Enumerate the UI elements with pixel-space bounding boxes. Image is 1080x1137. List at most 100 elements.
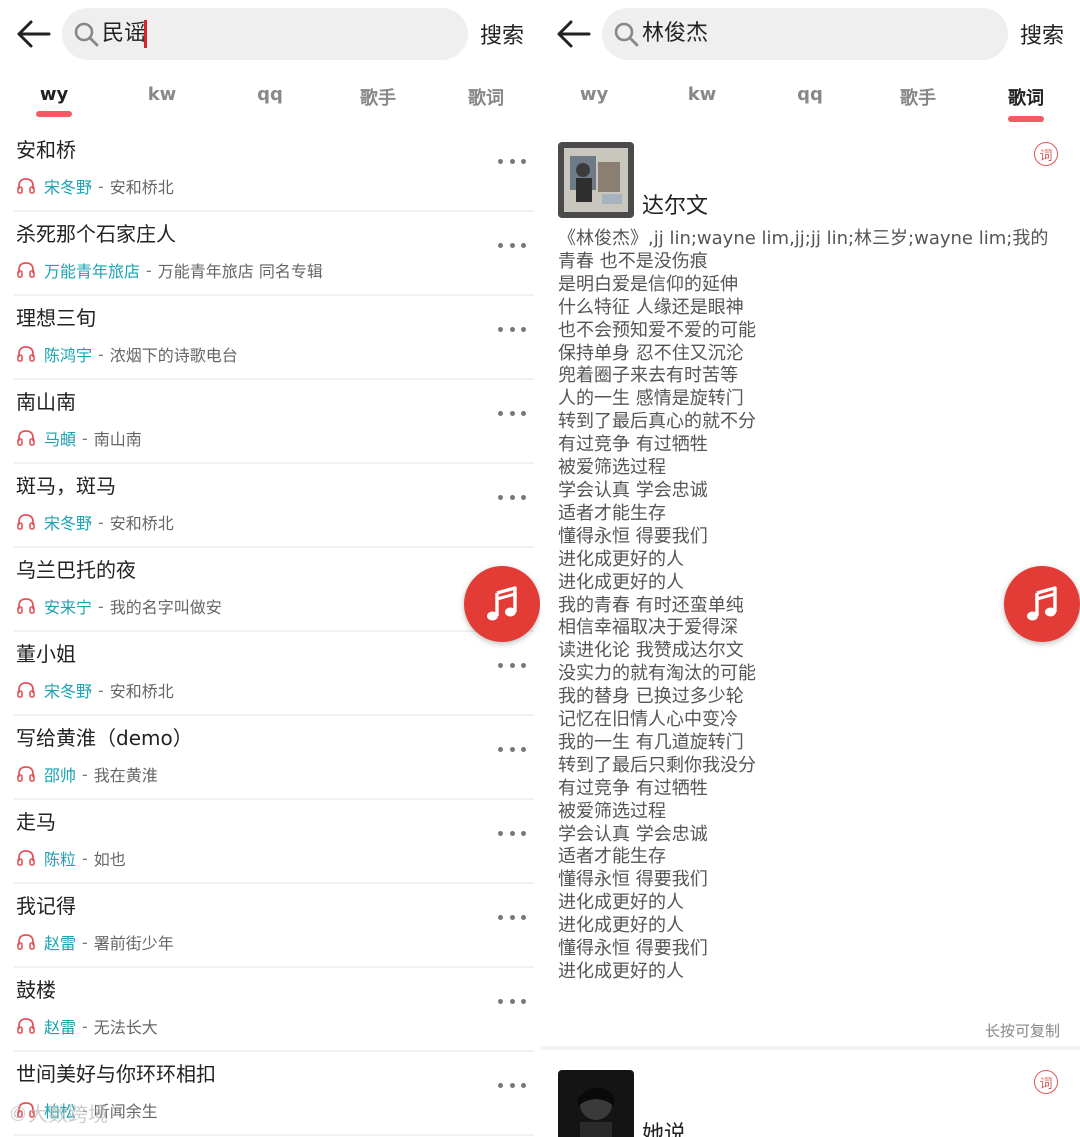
song-row[interactable]: 杀死那个石家庄人 万能青年旅店 - 万能青年旅店 同名专辑 bbox=[14, 212, 534, 296]
tab-label: 歌词 bbox=[468, 88, 504, 109]
song-row[interactable]: 斑马，斑马 宋冬野 - 安和桥北 bbox=[14, 464, 534, 548]
lyrics-badge-icon[interactable]: 词 bbox=[1034, 142, 1058, 166]
more-options-button[interactable] bbox=[498, 1080, 526, 1090]
lyric-line: 兜着圈子来去有时苦等 bbox=[558, 365, 738, 387]
more-options-button[interactable] bbox=[498, 156, 526, 166]
album-cover bbox=[558, 1070, 634, 1137]
separator: - bbox=[82, 1016, 88, 1036]
artist-link[interactable]: 宋冬野 bbox=[44, 174, 92, 198]
artist-link[interactable]: 赵雷 bbox=[44, 930, 76, 954]
search-input[interactable]: 民谣 bbox=[102, 8, 442, 60]
lyrics-text[interactable]: 《林俊杰》,jj lin;wayne lim,jj;jj lin;林三岁;way… bbox=[558, 228, 1064, 984]
music-fab-button[interactable] bbox=[464, 566, 540, 642]
artist-link[interactable]: 赵雷 bbox=[44, 1014, 76, 1038]
more-dots-icon bbox=[509, 326, 515, 332]
tab-lyrics[interactable]: 歌词 bbox=[996, 84, 1056, 122]
more-options-button[interactable] bbox=[498, 912, 526, 922]
more-dots-icon bbox=[509, 1082, 515, 1088]
song-title: 南山南 bbox=[16, 390, 76, 414]
lyric-card[interactable]: 她说 词 bbox=[558, 1070, 1064, 1137]
song-meta: 陈鸿宇 - 浓烟下的诗歌电台 bbox=[16, 342, 238, 366]
artist-link[interactable]: 宋冬野 bbox=[44, 678, 92, 702]
search-button[interactable]: 搜索 bbox=[480, 18, 524, 50]
song-row[interactable]: 我记得 赵雷 - 署前街少年 bbox=[14, 884, 534, 968]
lyric-line: 相信幸福取决于爱得深 bbox=[558, 617, 738, 639]
tab-wy[interactable]: wy bbox=[24, 84, 84, 117]
artist-link[interactable]: 安来宁 bbox=[44, 594, 92, 618]
search-button[interactable]: 搜索 bbox=[1020, 18, 1064, 50]
more-options-button[interactable] bbox=[498, 408, 526, 418]
artist-link[interactable]: 陈粒 bbox=[44, 846, 76, 870]
more-options-button[interactable] bbox=[498, 828, 526, 838]
song-row[interactable]: 董小姐 宋冬野 - 安和桥北 bbox=[14, 632, 534, 716]
tab-wy[interactable]: wy bbox=[564, 84, 624, 105]
more-options-button[interactable] bbox=[498, 660, 526, 670]
separator: - bbox=[98, 596, 104, 616]
search-box[interactable]: 林俊杰 bbox=[602, 8, 1008, 60]
more-dots-icon bbox=[509, 494, 515, 500]
artist-link[interactable]: 邵帅 bbox=[44, 762, 76, 786]
lyric-line: 是明白爱是信仰的延伸 bbox=[558, 273, 738, 295]
lyrics-badge-icon[interactable]: 词 bbox=[1034, 1070, 1058, 1094]
more-options-button[interactable] bbox=[498, 996, 526, 1006]
artist-link[interactable]: 宋冬野 bbox=[44, 510, 92, 534]
search-icon bbox=[74, 22, 99, 47]
tab-singer[interactable]: 歌手 bbox=[348, 84, 408, 110]
more-options-button[interactable] bbox=[498, 240, 526, 250]
artist-link[interactable]: 马頔 bbox=[44, 426, 76, 450]
album-name: 万能青年旅店 同名专辑 bbox=[157, 262, 323, 281]
tab-lyrics[interactable]: 歌词 bbox=[456, 84, 516, 110]
tab-qq[interactable]: qq bbox=[780, 84, 840, 105]
separator: - bbox=[98, 512, 104, 532]
song-title: 写给黄淮（demo） bbox=[16, 726, 193, 750]
search-box[interactable]: 民谣 bbox=[62, 8, 468, 60]
album-name: 我在黄淮 bbox=[93, 766, 158, 785]
song-row[interactable]: 理想三旬 陈鸿宇 - 浓烟下的诗歌电台 bbox=[14, 296, 534, 380]
more-dots-icon bbox=[498, 494, 503, 500]
lyric-line: 进化成更好的人 bbox=[558, 571, 684, 593]
song-row[interactable]: 走马 陈粒 - 如也 bbox=[14, 800, 534, 884]
back-button[interactable] bbox=[552, 14, 594, 54]
lyric-line: 进化成更好的人 bbox=[558, 548, 684, 570]
separator: - bbox=[98, 344, 104, 364]
album-name: 如也 bbox=[93, 850, 126, 869]
lyric-line: 我的替身 已换过多少轮 bbox=[558, 686, 744, 708]
more-options-button[interactable] bbox=[498, 744, 526, 754]
search-input[interactable]: 林俊杰 bbox=[642, 8, 982, 60]
more-dots-icon bbox=[521, 410, 526, 416]
song-row[interactable]: 南山南 马頔 - 南山南 bbox=[14, 380, 534, 464]
album-name: 安和桥北 bbox=[109, 178, 174, 197]
search-icon bbox=[614, 22, 639, 47]
artist-link[interactable]: 陈鸿宇 bbox=[44, 342, 92, 366]
tab-kw[interactable]: kw bbox=[672, 84, 732, 105]
album-name: 我的名字叫做安 bbox=[109, 598, 222, 617]
song-row[interactable]: 安和桥 宋冬野 - 安和桥北 bbox=[14, 128, 534, 212]
song-title: 董小姐 bbox=[16, 642, 76, 666]
artist-link[interactable]: 万能青年旅店 bbox=[44, 258, 140, 282]
song-title: 达尔文 bbox=[642, 194, 709, 219]
more-dots-icon bbox=[509, 998, 515, 1004]
more-dots-icon bbox=[521, 662, 526, 668]
headphone-icon bbox=[17, 346, 35, 362]
song-title: 走马 bbox=[16, 810, 56, 834]
tab-qq[interactable]: qq bbox=[240, 84, 300, 105]
song-row[interactable]: 乌兰巴托的夜 安来宁 - 我的名字叫做安 bbox=[14, 548, 534, 632]
song-row[interactable]: 鼓楼 赵雷 - 无法长大 bbox=[14, 968, 534, 1052]
lyric-line: 进化成更好的人 bbox=[558, 961, 684, 982]
more-options-button[interactable] bbox=[498, 324, 526, 334]
back-arrow-icon bbox=[557, 20, 591, 48]
tab-kw[interactable]: kw bbox=[132, 84, 192, 105]
lyric-card[interactable]: 达尔文 词 《林俊杰》,jj lin;wayne lim,jj;jj lin;林… bbox=[558, 142, 1064, 1022]
more-dots-icon bbox=[521, 914, 526, 920]
lyric-line: 学会认真 学会忠诚 bbox=[558, 823, 708, 845]
tab-singer[interactable]: 歌手 bbox=[888, 84, 948, 110]
headphone-icon bbox=[17, 934, 35, 950]
more-options-button[interactable] bbox=[498, 492, 526, 502]
source-tabs: wy kw qq 歌手 歌词 bbox=[540, 84, 1080, 124]
back-button[interactable] bbox=[12, 14, 54, 54]
lyric-line: 青春 也不是没伤痕 bbox=[558, 250, 708, 272]
song-row[interactable]: 写给黄淮（demo） 邵帅 - 我在黄淮 bbox=[14, 716, 534, 800]
music-fab-button[interactable] bbox=[1004, 566, 1080, 642]
more-dots-icon bbox=[509, 746, 515, 752]
more-dots-icon bbox=[509, 242, 515, 248]
